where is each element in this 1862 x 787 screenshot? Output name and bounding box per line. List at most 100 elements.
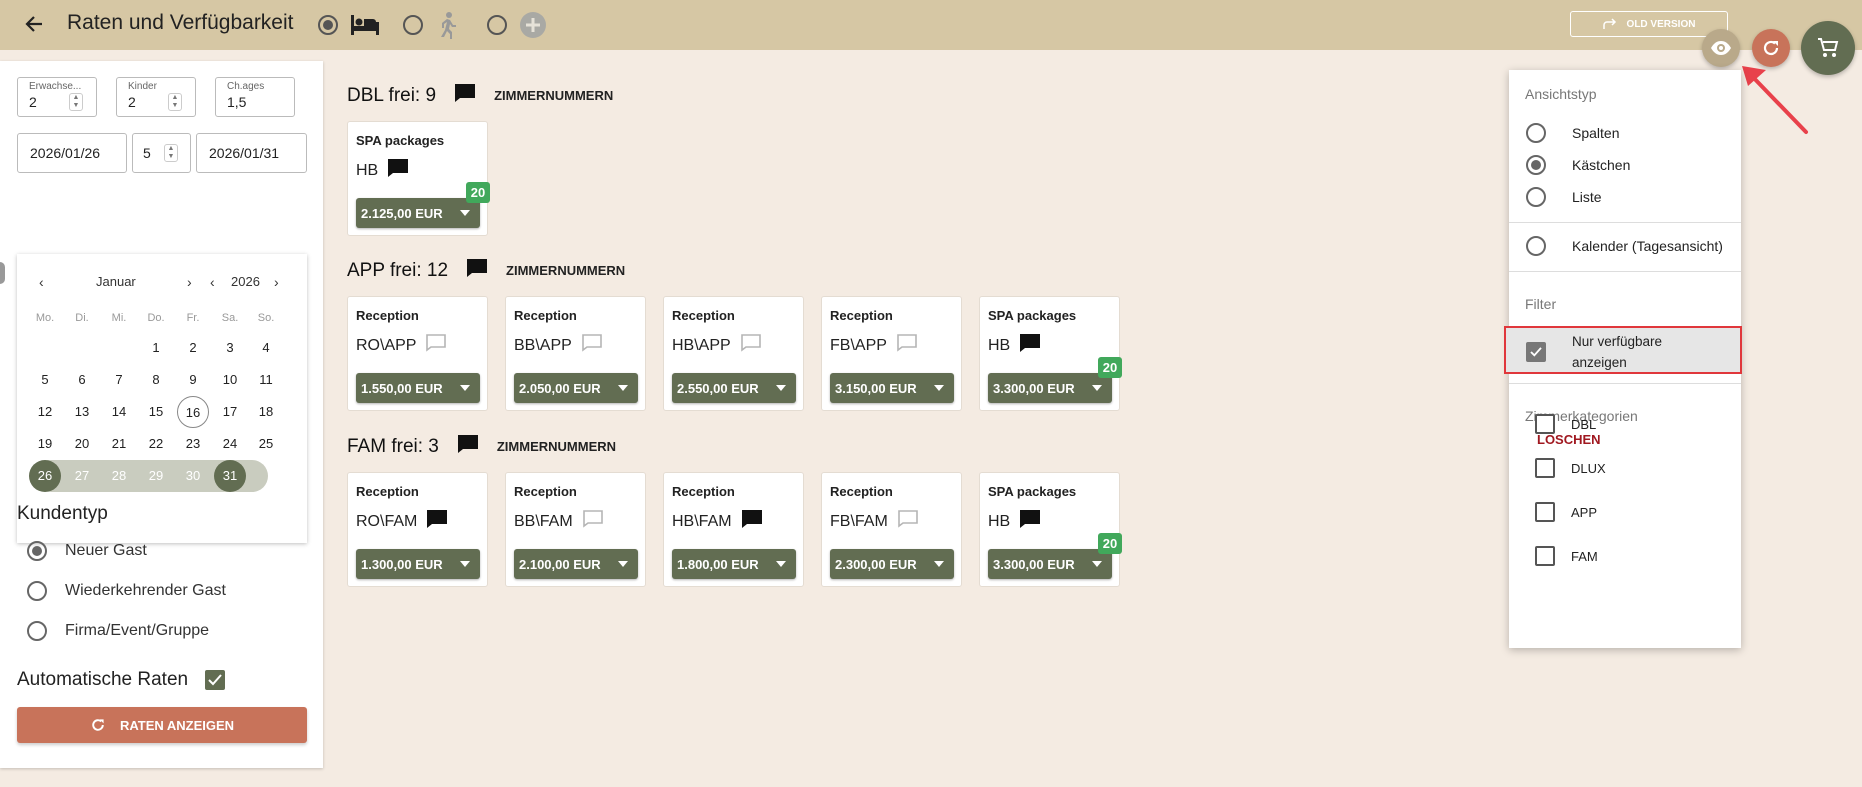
calendar-day[interactable]: 24	[214, 428, 246, 460]
customer-type-company[interactable]: Firma/Event/Gruppe	[27, 621, 209, 641]
filter-available-checkbox[interactable]	[1526, 342, 1546, 362]
room-category-option[interactable]: APP	[1535, 502, 1597, 522]
room-numbers-button[interactable]: ZIMMERNUMMERN	[494, 88, 613, 103]
chat-icon[interactable]	[425, 333, 447, 358]
room-category-checkbox[interactable]	[1535, 414, 1555, 434]
calendar-day[interactable]: 11	[250, 364, 282, 396]
old-version-button[interactable]: OLD VERSION	[1570, 11, 1728, 37]
rate-price-button[interactable]: 2.300,00 EUR	[830, 549, 954, 579]
room-category-option[interactable]: FAM	[1535, 546, 1598, 566]
calendar-day[interactable]: 26	[29, 460, 61, 492]
back-arrow-icon[interactable]	[22, 12, 46, 36]
nights-field[interactable]: 5 ▲ ▼	[132, 133, 191, 173]
calendar-day[interactable]: 22	[140, 428, 172, 460]
room-category-option[interactable]: DLUX	[1535, 458, 1606, 478]
children-field[interactable]: Kinder 2 ▲ ▼	[116, 77, 196, 117]
chat-icon[interactable]	[454, 83, 476, 108]
auto-rates-checkbox[interactable]	[205, 670, 226, 690]
rate-price-button[interactable]: 1.300,00 EUR	[356, 549, 480, 579]
chat-icon[interactable]	[896, 333, 918, 358]
rate-price-button[interactable]: 3.300,00 EUR	[988, 373, 1112, 403]
rate-price-button[interactable]: 2.125,00 EUR	[356, 198, 480, 228]
room-numbers-button[interactable]: ZIMMERNUMMERN	[497, 439, 616, 454]
show-rates-button[interactable]: RATEN ANZEIGEN	[17, 707, 307, 743]
room-category-checkbox[interactable]	[1535, 546, 1555, 566]
calendar-day[interactable]: 25	[250, 428, 282, 460]
calendar-day[interactable]: 16	[177, 396, 209, 428]
adults-stepper[interactable]: ▲ ▼	[69, 93, 83, 111]
calendar-day[interactable]: 9	[177, 364, 209, 396]
walking-person-icon[interactable]	[435, 11, 459, 44]
calendar-day[interactable]: 13	[66, 396, 98, 428]
calendar-day[interactable]: 21	[103, 428, 135, 460]
calendar-day[interactable]: 12	[29, 396, 61, 428]
next-month-button[interactable]: ›	[187, 274, 192, 290]
view-option-kaestchen-radio[interactable]	[1526, 155, 1546, 175]
calendar-day[interactable]: 20	[66, 428, 98, 460]
customer-type-new[interactable]: Neuer Gast	[27, 541, 147, 561]
calendar-day[interactable]: 18	[250, 396, 282, 428]
view-option-kaestchen[interactable]: Kästchen	[1526, 155, 1630, 175]
mode-radio-add[interactable]	[487, 15, 507, 35]
customer-type-returning[interactable]: Wiederkehrender Gast	[27, 581, 226, 601]
nights-stepper[interactable]: ▲ ▼	[164, 144, 178, 162]
calendar-day[interactable]: 29	[140, 460, 172, 492]
chat-icon[interactable]	[426, 509, 448, 534]
view-option-spalten[interactable]: Spalten	[1526, 123, 1619, 143]
calendar-day[interactable]: 2	[177, 332, 209, 364]
rate-price-button[interactable]: 1.550,00 EUR	[356, 373, 480, 403]
chat-icon[interactable]	[387, 158, 409, 183]
mode-radio-bed[interactable]	[318, 15, 338, 35]
calendar-day[interactable]: 1	[140, 332, 172, 364]
child-ages-field[interactable]: Ch.ages 1,5	[215, 77, 295, 117]
calendar-day[interactable]: 4	[250, 332, 282, 364]
calendar-day[interactable]: 8	[140, 364, 172, 396]
view-option-liste[interactable]: Liste	[1526, 187, 1602, 207]
calendar-day[interactable]: 27	[66, 460, 98, 492]
customer-type-returning-radio[interactable]	[27, 581, 47, 601]
view-option-kalender[interactable]: Kalender (Tagesansicht)	[1526, 236, 1723, 256]
filter-available-row[interactable]: Nur verfügbare anzeigen	[1526, 331, 1662, 373]
chat-icon[interactable]	[740, 333, 762, 358]
calendar-day[interactable]: 17	[214, 396, 246, 428]
bed-icon[interactable]	[349, 11, 381, 42]
rate-price-button[interactable]: 2.550,00 EUR	[672, 373, 796, 403]
view-options-button[interactable]	[1702, 29, 1740, 67]
calendar-day[interactable]: 30	[177, 460, 209, 492]
rate-price-button[interactable]: 2.100,00 EUR	[514, 549, 638, 579]
calendar-day[interactable]: 23	[177, 428, 209, 460]
rate-price-button[interactable]: 2.050,00 EUR	[514, 373, 638, 403]
rate-price-button[interactable]: 3.150,00 EUR	[830, 373, 954, 403]
calendar-day[interactable]: 31	[214, 460, 246, 492]
calendar-day[interactable]: 15	[140, 396, 172, 428]
view-option-liste-radio[interactable]	[1526, 187, 1546, 207]
next-year-button[interactable]: ›	[274, 274, 279, 290]
prev-month-button[interactable]: ‹	[39, 274, 44, 290]
chat-icon[interactable]	[457, 434, 479, 459]
calendar-day[interactable]: 7	[103, 364, 135, 396]
children-stepper[interactable]: ▲ ▼	[168, 93, 182, 111]
chat-icon[interactable]	[897, 509, 919, 534]
calendar-day[interactable]: 28	[103, 460, 135, 492]
prev-year-button[interactable]: ‹	[210, 274, 215, 290]
view-option-kalender-radio[interactable]	[1526, 236, 1546, 256]
calendar-day[interactable]: 10	[214, 364, 246, 396]
chat-icon[interactable]	[581, 333, 603, 358]
room-category-option[interactable]: DBL	[1535, 414, 1596, 434]
adults-field[interactable]: Erwachse... 2 ▲ ▼	[17, 77, 97, 117]
chat-icon[interactable]	[582, 509, 604, 534]
calendar-day[interactable]: 3	[214, 332, 246, 364]
chat-icon[interactable]	[1019, 333, 1041, 358]
mode-radio-walk[interactable]	[403, 15, 423, 35]
calendar-day[interactable]: 19	[29, 428, 61, 460]
calendar-day[interactable]: 6	[66, 364, 98, 396]
arrival-date-field[interactable]: 2026/01/26	[17, 133, 127, 173]
rate-price-button[interactable]: 3.300,00 EUR	[988, 549, 1112, 579]
departure-date-field[interactable]: 2026/01/31	[196, 133, 307, 173]
clear-categories-button[interactable]: LÖSCHEN	[1537, 432, 1601, 447]
customer-type-company-radio[interactable]	[27, 621, 47, 641]
view-option-spalten-radio[interactable]	[1526, 123, 1546, 143]
panel-collapse-handle[interactable]	[0, 262, 5, 284]
plus-circle-icon[interactable]	[519, 11, 547, 44]
calendar-day[interactable]: 5	[29, 364, 61, 396]
